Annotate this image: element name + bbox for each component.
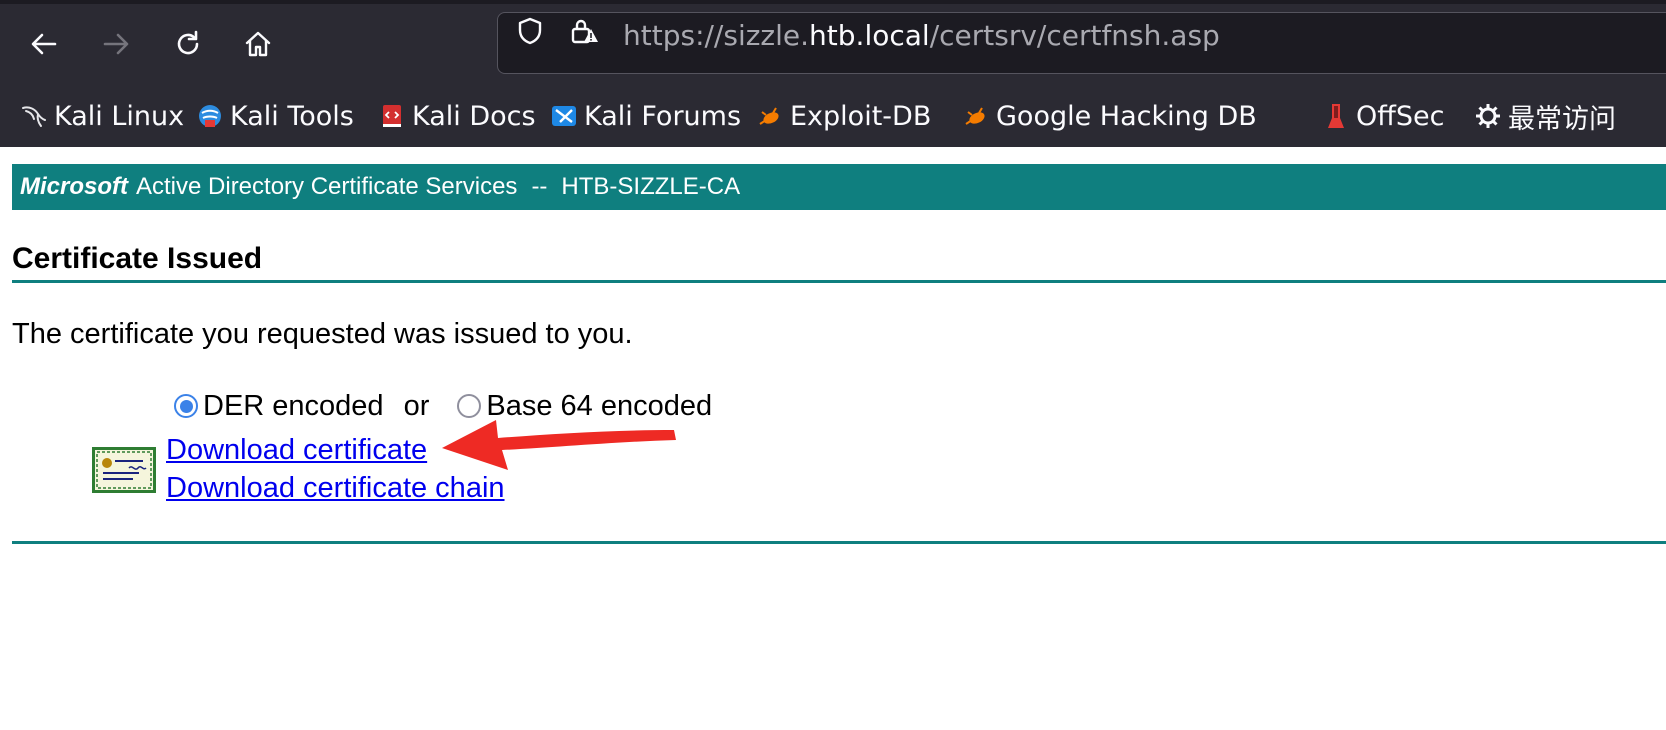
tab-strip-edge [0,0,1666,4]
bookmark-kali-tools[interactable]: Kali Tools [196,96,354,136]
bookmark-kali-forums[interactable]: Kali Forums [550,96,741,136]
url-text[interactable]: https://sizzle.htb.local/certsrv/certfns… [623,22,1220,50]
bookmark-exploit-db[interactable]: Exploit-DB [756,96,931,136]
lock-warning-icon [571,19,598,44]
certificate-icon [92,447,156,493]
back-arrow-icon [31,33,57,55]
bookmark-label: Kali Linux [54,100,185,132]
bookmark-label: Kali Docs [412,100,536,132]
download-certificate-link[interactable]: Download certificate [166,436,427,465]
url-prefix: https://sizzle. [623,19,810,52]
url-host: htb.local [809,19,930,52]
page-title: Certificate Issued [12,242,263,275]
bookmark-kali-docs[interactable]: Kali Docs [378,96,536,136]
bookmark-offsec[interactable]: OffSec [1322,96,1444,136]
bookmark-label: Google Hacking DB [996,100,1257,132]
tracking-protection-button[interactable] [512,13,548,49]
reload-icon [177,30,199,55]
ca-separator: -- [531,173,548,200]
bookmark-label: Kali Forums [584,100,742,132]
ghdb-icon [962,102,990,130]
kali-docs-icon [378,102,406,130]
annotation-arrow [442,420,676,470]
bottom-divider [12,541,1666,544]
bookmark-label: 最常访问 [1508,103,1616,135]
bookmark-kali-linux[interactable]: Kali Linux [20,96,184,136]
ca-service-name: Active Directory Certificate Services [136,173,518,200]
back-button[interactable] [20,20,68,68]
kali-forums-icon [550,102,578,130]
ca-name: HTB-SIZZLE-CA [561,173,741,200]
der-encoded-radio[interactable] [174,394,198,418]
reload-button[interactable] [164,20,212,68]
home-button[interactable] [234,20,282,68]
der-encoded-label[interactable]: DER encoded [203,390,384,423]
bookmark-label: Exploit-DB [790,100,932,132]
exploit-db-icon [756,102,784,130]
base64-encoded-radio[interactable] [457,394,482,418]
or-label: or [403,389,430,422]
forward-button[interactable] [92,20,140,68]
url-path: /certsrv/certfnsh.asp [929,19,1220,52]
bookmark-label: OffSec [1356,100,1445,132]
ca-header-bar: Microsoft Active Directory Certificate S… [12,164,1666,210]
browser-chrome: https://sizzle.htb.local/certsrv/certfns… [0,0,1666,147]
shield-icon [518,17,542,45]
site-security-button[interactable] [566,13,602,49]
kali-tools-icon [196,102,224,130]
kali-dragon-icon [20,102,48,130]
bookmarks-toolbar: Kali Linux Kali Tools Kali Docs Kali For… [0,96,1666,136]
forward-arrow-icon [103,33,129,55]
gear-icon [1474,102,1502,130]
bookmark-label: Kali Tools [230,100,354,132]
bookmark-most-visited[interactable]: 最常访问 [1474,96,1616,136]
bookmark-google-hacking-db[interactable]: Google Hacking DB [962,96,1257,136]
title-divider [12,280,1666,283]
issued-message: The certificate you requested was issued… [12,318,633,350]
offsec-icon [1322,102,1350,130]
home-icon [245,31,271,57]
ca-brand: Microsoft [20,173,128,200]
